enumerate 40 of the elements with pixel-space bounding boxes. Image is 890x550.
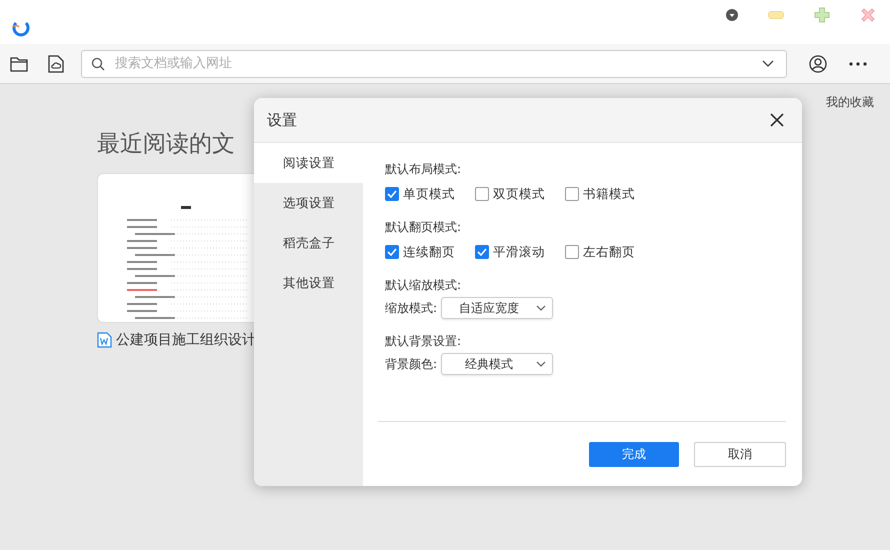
section-heading: 最近阅读的文	[97, 130, 236, 159]
dropdown-select[interactable]: 经典模式	[441, 353, 554, 375]
field-label: 缩放模式:	[385, 300, 438, 316]
folder-icon[interactable]	[10, 56, 28, 72]
checkbox[interactable]	[475, 187, 489, 201]
search-icon	[91, 56, 105, 70]
section-label: 默认翻页模式:	[385, 219, 462, 236]
section-label: 默认布局模式:	[385, 161, 462, 178]
checkbox[interactable]	[385, 187, 399, 201]
section-label: 默认背景设置:	[385, 333, 462, 350]
dropdown-icon[interactable]	[726, 9, 738, 21]
settings-tab[interactable]: 阅读设置	[254, 143, 363, 183]
chevron-down-icon	[536, 305, 546, 311]
checkbox[interactable]	[385, 245, 399, 259]
file-name[interactable]: 公建项目施工组织设计	[116, 331, 256, 349]
dialog-title: 设置	[267, 110, 297, 130]
checkbox-label: 平滑滚动	[493, 244, 545, 260]
cancel-button[interactable]: 取消	[694, 442, 786, 466]
checkbox[interactable]	[475, 245, 489, 259]
field-label: 背景颜色:	[385, 356, 438, 372]
favorites-link[interactable]: 我的收藏	[826, 94, 874, 118]
cloud-document-icon[interactable]	[48, 54, 64, 72]
user-icon[interactable]	[809, 54, 827, 72]
checkbox[interactable]	[565, 245, 579, 259]
dropdown-select[interactable]: 自适应宽度	[441, 297, 554, 319]
checkbox-label: 书籍模式	[583, 186, 635, 202]
chevron-down-icon[interactable]	[762, 60, 774, 68]
checkbox[interactable]	[565, 187, 579, 201]
word-document-icon	[97, 332, 112, 348]
chevron-down-icon	[536, 361, 546, 367]
search-bar[interactable]: 搜索文档或输入网址	[81, 50, 787, 78]
close-icon[interactable]	[770, 113, 784, 127]
more-icon[interactable]	[849, 62, 867, 66]
checkbox-label: 连续翻页	[403, 244, 455, 260]
checkbox-label: 双页模式	[493, 186, 545, 202]
app-logo-icon	[10, 19, 30, 37]
confirm-button[interactable]: 完成	[589, 442, 679, 466]
section-label: 默认缩放模式:	[385, 277, 462, 294]
checkbox-label: 左右翻页	[583, 244, 635, 260]
checkbox-label: 单页模式	[403, 186, 455, 202]
